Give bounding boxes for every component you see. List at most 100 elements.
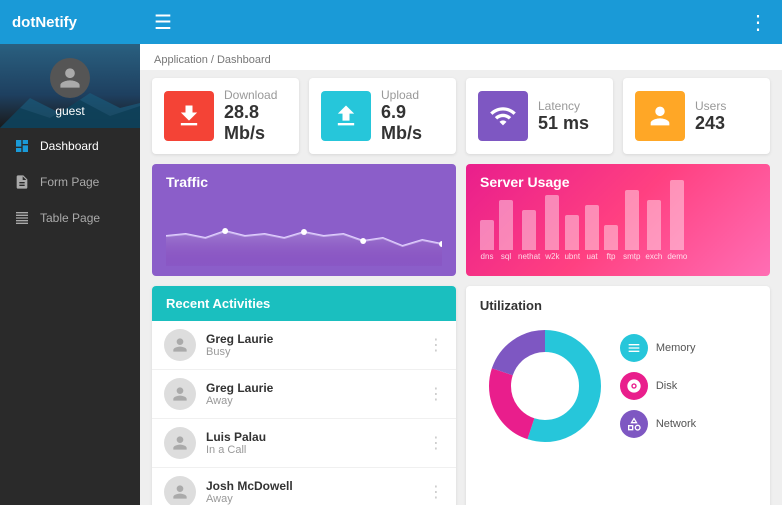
users-value: 243	[695, 113, 758, 134]
donut-svg	[480, 321, 610, 451]
server-bar-label: demo	[667, 252, 687, 261]
upload-value: 6.9 Mb/s	[381, 102, 444, 144]
legend-network: Network	[620, 410, 696, 438]
activity-avatar	[164, 476, 196, 505]
server-bar-group: sql	[499, 200, 513, 261]
util-content: Memory Disk Network	[480, 321, 756, 451]
upload-label: Upload	[381, 88, 444, 102]
server-bar	[585, 205, 599, 250]
server-bar	[625, 190, 639, 250]
download-info: Download 28.8 Mb/s	[224, 88, 287, 144]
server-bar-group: ubnt	[564, 215, 580, 261]
dashboard-icon	[14, 138, 30, 154]
server-bar-group: dns	[480, 220, 494, 261]
sidebar: dotNetify guest Dashboard Form Page Tabl…	[0, 0, 140, 505]
memory-svg	[626, 340, 642, 356]
more-icon[interactable]: ⋮	[748, 10, 768, 35]
activity-info: Greg Laurie Busy	[206, 332, 418, 358]
activity-more-icon[interactable]: ⋮	[428, 384, 444, 404]
util-legend: Memory Disk Network	[620, 334, 696, 438]
network-svg	[626, 416, 642, 432]
upload-icon	[332, 102, 360, 130]
server-bar-group: ftp	[604, 225, 618, 261]
stat-card-upload: Upload 6.9 Mb/s	[309, 78, 456, 154]
traffic-title: Traffic	[166, 174, 442, 190]
latency-info: Latency 51 ms	[538, 99, 601, 134]
server-bar-label: ftp	[607, 252, 616, 261]
server-bar-label: smtp	[623, 252, 640, 261]
activity-name: Luis Palau	[206, 430, 418, 444]
network-label: Network	[656, 418, 696, 430]
server-bar	[522, 210, 536, 250]
server-bar	[670, 180, 684, 250]
latency-value: 51 ms	[538, 113, 601, 134]
activity-status: In a Call	[206, 444, 418, 456]
disk-icon	[620, 372, 648, 400]
server-bar-group: smtp	[623, 190, 640, 261]
server-bar-label: dns	[481, 252, 494, 261]
server-bar-group: demo	[667, 180, 687, 261]
sidebar-item-form[interactable]: Form Page	[0, 164, 140, 200]
sidebar-item-table[interactable]: Table Page	[0, 200, 140, 236]
sidebar-header: dotNetify	[0, 0, 140, 44]
memory-icon	[620, 334, 648, 362]
users-icon	[646, 102, 674, 130]
brand-name: dotNetify	[12, 14, 77, 31]
activity-status: Busy	[206, 346, 418, 358]
server-bars: dnssqlnethatw2kubntuatftpsmtpexchdemo	[480, 196, 756, 261]
legend-disk: Disk	[620, 372, 696, 400]
activity-item: Greg Laurie Busy ⋮	[152, 321, 456, 370]
server-bar-label: uat	[587, 252, 598, 261]
main-content: ☰ ⋮ Application / Dashboard Download 28.…	[140, 0, 782, 505]
download-label: Download	[224, 88, 287, 102]
download-icon	[175, 102, 203, 130]
server-bar-group: nethat	[518, 210, 540, 261]
activity-item: Josh McDowell Away ⋮	[152, 468, 456, 505]
server-bar	[499, 200, 513, 250]
upload-icon-bg	[321, 91, 371, 141]
wifi-icon	[489, 102, 517, 130]
activity-info: Josh McDowell Away	[206, 479, 418, 505]
server-bar	[604, 225, 618, 250]
table-icon	[14, 210, 30, 226]
activity-more-icon[interactable]: ⋮	[428, 433, 444, 453]
breadcrumb: Application / Dashboard	[140, 44, 782, 70]
person-icon	[170, 335, 190, 355]
activity-name: Greg Laurie	[206, 332, 418, 346]
download-icon-bg	[164, 91, 214, 141]
upload-info: Upload 6.9 Mb/s	[381, 88, 444, 144]
traffic-panel: Traffic	[152, 164, 456, 276]
server-bar-group: exch	[645, 200, 662, 261]
topbar: ☰ ⋮	[140, 0, 782, 44]
stat-card-download: Download 28.8 Mb/s	[152, 78, 299, 154]
download-value: 28.8 Mb/s	[224, 102, 287, 144]
activity-more-icon[interactable]: ⋮	[428, 335, 444, 355]
activities-title: Recent Activities	[166, 296, 270, 311]
activity-avatar	[164, 329, 196, 361]
activity-item: Greg Laurie Away ⋮	[152, 370, 456, 419]
sidebar-item-dashboard[interactable]: Dashboard	[0, 128, 140, 164]
activity-name: Greg Laurie	[206, 381, 418, 395]
activities-panel: Recent Activities Greg Laurie Busy ⋮ Gre…	[152, 286, 456, 505]
server-bar-label: exch	[645, 252, 662, 261]
latency-icon-bg	[478, 91, 528, 141]
form-icon	[14, 174, 30, 190]
server-bar-label: nethat	[518, 252, 540, 261]
activity-avatar	[164, 378, 196, 410]
server-panel: Server Usage dnssqlnethatw2kubntuatftpsm…	[466, 164, 770, 276]
users-icon-bg	[635, 91, 685, 141]
activity-info: Greg Laurie Away	[206, 381, 418, 407]
content-area: Download 28.8 Mb/s Upload 6.9 Mb/s L	[140, 70, 782, 505]
stat-card-users: Users 243	[623, 78, 770, 154]
activity-status: Away	[206, 395, 418, 407]
username: guest	[55, 104, 84, 118]
activity-more-icon[interactable]: ⋮	[428, 482, 444, 502]
memory-label: Memory	[656, 342, 696, 354]
server-bar-label: ubnt	[564, 252, 580, 261]
disk-svg	[626, 378, 642, 394]
activity-name: Josh McDowell	[206, 479, 418, 493]
hamburger-icon[interactable]: ☰	[154, 10, 172, 35]
utilization-panel: Utilization	[466, 286, 770, 505]
server-bar	[565, 215, 579, 250]
nav-label-dashboard: Dashboard	[40, 139, 99, 153]
